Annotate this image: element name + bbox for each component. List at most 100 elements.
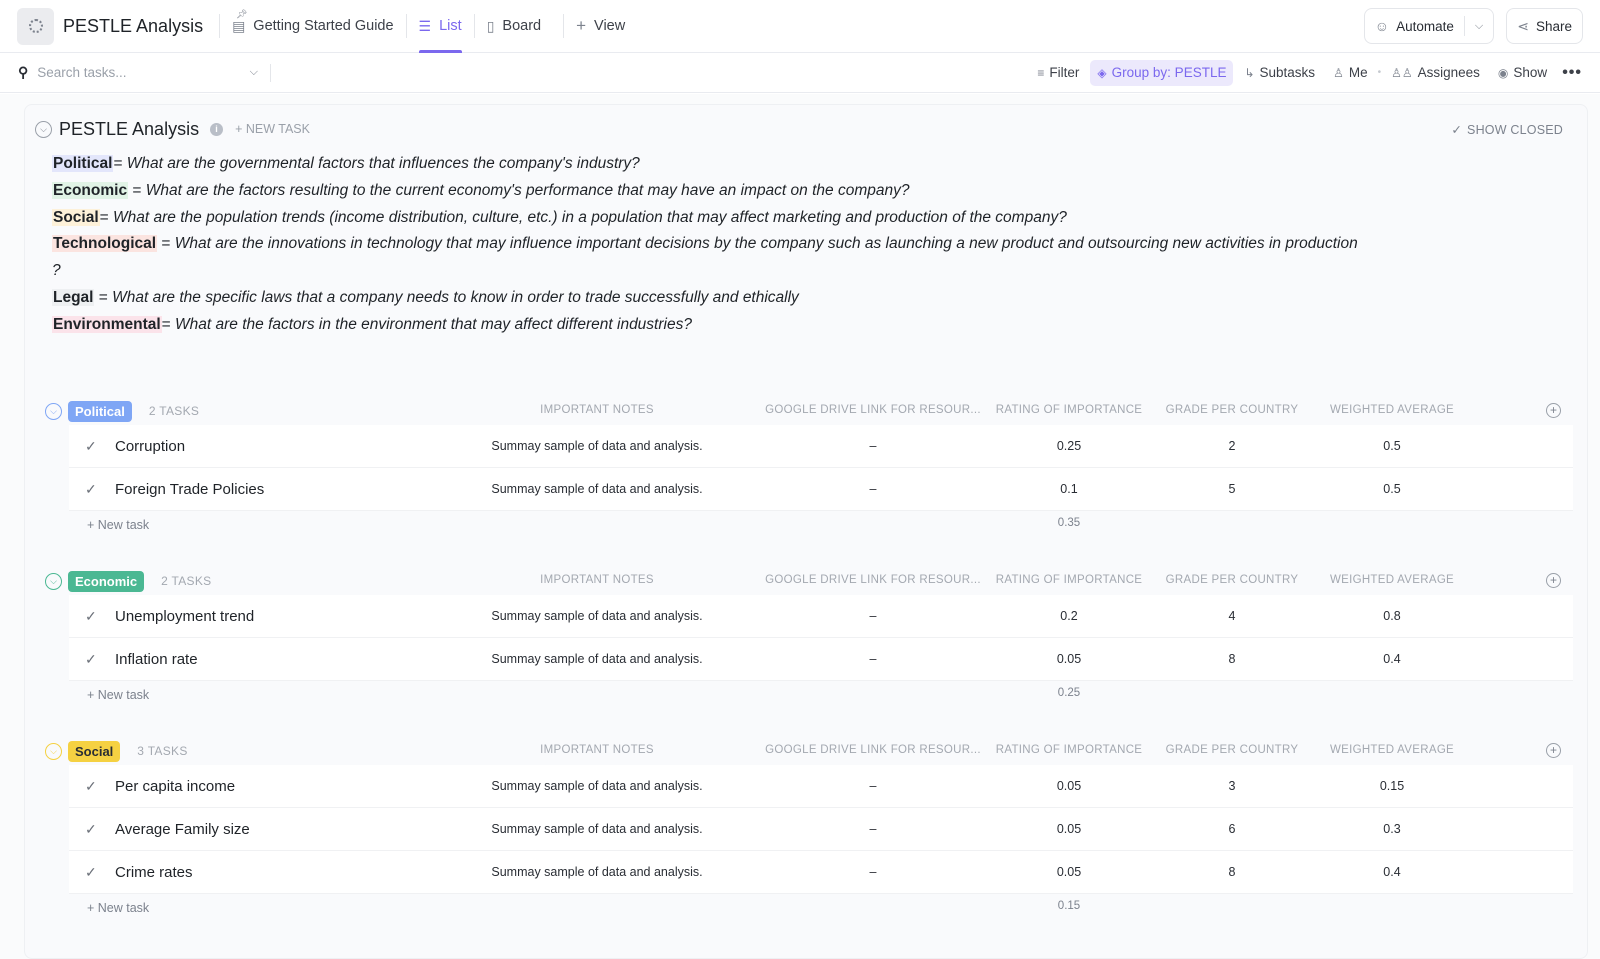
show-button[interactable]: ◉ Show [1491, 60, 1554, 86]
column-header[interactable]: WEIGHTED AVERAGE [1330, 744, 1454, 756]
rating-cell[interactable]: 0.05 [1057, 779, 1081, 793]
table-row[interactable]: ✓ Corruption Summay sample of data and ana… [69, 425, 1573, 467]
drive-link-cell[interactable]: – [870, 822, 877, 836]
weighted-average-cell[interactable]: 0.5 [1383, 439, 1400, 453]
column-header[interactable]: GOOGLE DRIVE LINK FOR RESOUR... [765, 574, 981, 586]
drive-link-cell[interactable]: – [870, 652, 877, 666]
new-task-button[interactable]: + New task [87, 518, 149, 532]
check-icon[interactable]: ✓ [85, 864, 97, 881]
check-icon[interactable]: ✓ [85, 651, 97, 668]
grade-cell[interactable]: 2 [1229, 439, 1236, 453]
tab-board[interactable]: ▯ Board [475, 0, 553, 53]
add-column-icon[interactable]: + [1546, 743, 1561, 758]
important-notes-cell[interactable]: Summay sample of data and analysis. [491, 609, 702, 623]
important-notes-cell[interactable]: Summay sample of data and analysis. [491, 822, 702, 836]
group-badge[interactable]: Economic [68, 570, 145, 592]
drive-link-cell[interactable]: – [870, 865, 877, 879]
tab-list[interactable]: ☰ List [407, 0, 474, 53]
table-row[interactable]: ✓ Crime rates Summay sample of data and an… [69, 851, 1573, 893]
weighted-average-cell[interactable]: 0.4 [1383, 652, 1400, 666]
show-closed-button[interactable]: ✓ SHOW CLOSED [1451, 122, 1563, 137]
table-row[interactable]: ✓ Inflation rate Summay sample of data and… [69, 638, 1573, 680]
grade-cell[interactable]: 3 [1229, 779, 1236, 793]
important-notes-cell[interactable]: Summay sample of data and analysis. [491, 482, 702, 496]
check-icon[interactable]: ✓ [85, 821, 97, 838]
grade-cell[interactable]: 8 [1229, 652, 1236, 666]
task-name[interactable]: Unemployment trend [115, 608, 254, 625]
drive-link-cell[interactable]: – [870, 482, 877, 496]
column-header[interactable]: WEIGHTED AVERAGE [1330, 404, 1454, 416]
space-icon[interactable] [17, 7, 54, 45]
column-header[interactable]: GOOGLE DRIVE LINK FOR RESOUR... [765, 744, 981, 756]
group-by-button[interactable]: ◈ Group by: PESTLE [1090, 59, 1234, 86]
filter-button[interactable]: ≡ Filter [1030, 60, 1086, 86]
rating-cell[interactable]: 0.1 [1060, 482, 1077, 496]
new-task-button[interactable]: + New task [87, 901, 149, 915]
task-name[interactable]: Average Family size [115, 821, 250, 838]
column-header[interactable]: GRADE PER COUNTRY [1166, 574, 1299, 586]
column-header[interactable]: GRADE PER COUNTRY [1166, 404, 1299, 416]
me-button[interactable]: ♙ Me [1326, 60, 1375, 86]
column-header[interactable]: WEIGHTED AVERAGE [1330, 574, 1454, 586]
add-view-button[interactable]: + View [564, 0, 637, 53]
rating-cell[interactable]: 0.2 [1060, 609, 1077, 623]
more-options-icon[interactable]: ••• [1562, 64, 1582, 82]
important-notes-cell[interactable]: Summay sample of data and analysis. [491, 865, 702, 879]
column-header[interactable]: IMPORTANT NOTES [540, 744, 654, 756]
rating-cell[interactable]: 0.05 [1057, 865, 1081, 879]
rating-cell[interactable]: 0.05 [1057, 822, 1081, 836]
weighted-average-cell[interactable]: 0.4 [1383, 865, 1400, 879]
column-header[interactable]: IMPORTANT NOTES [540, 574, 654, 586]
collapse-list-icon[interactable]: ⌵ [35, 120, 52, 138]
new-task-button[interactable]: + New task [87, 688, 149, 702]
table-row[interactable]: ✓ Foreign Trade Policies Summay sample of … [69, 468, 1573, 510]
column-header[interactable]: IMPORTANT NOTES [540, 404, 654, 416]
assignees-button[interactable]: ♙♙ Assignees [1384, 60, 1487, 86]
info-icon[interactable]: i [210, 122, 224, 136]
drive-link-cell[interactable]: – [870, 779, 877, 793]
column-header[interactable]: RATING OF IMPORTANCE [996, 744, 1143, 756]
collapse-group-icon[interactable]: ⌵ [45, 742, 62, 760]
column-header[interactable]: GOOGLE DRIVE LINK FOR RESOUR... [765, 404, 981, 416]
add-column-icon[interactable]: + [1546, 573, 1561, 588]
table-row[interactable]: ✓ Per capita income Summay sample of data … [69, 765, 1573, 807]
group-badge[interactable]: Political [68, 400, 132, 422]
collapse-group-icon[interactable]: ⌵ [45, 572, 62, 590]
drive-link-cell[interactable]: – [870, 439, 877, 453]
column-header[interactable]: GRADE PER COUNTRY [1166, 744, 1299, 756]
new-task-button[interactable]: + NEW TASK [235, 122, 310, 136]
weighted-average-cell[interactable]: 0.3 [1383, 822, 1400, 836]
search-box[interactable]: ⚲ ⌵ [18, 64, 258, 81]
check-icon[interactable]: ✓ [85, 778, 97, 795]
automate-button[interactable]: ☺ Automate ⌵ [1363, 8, 1495, 44]
grade-cell[interactable]: 4 [1229, 609, 1236, 623]
task-name[interactable]: Inflation rate [115, 651, 198, 668]
grade-cell[interactable]: 5 [1229, 482, 1236, 496]
important-notes-cell[interactable]: Summay sample of data and analysis. [491, 779, 702, 793]
task-name[interactable]: Foreign Trade Policies [115, 481, 264, 498]
task-name[interactable]: Corruption [115, 438, 185, 455]
check-icon[interactable]: ✓ [85, 608, 97, 625]
rating-cell[interactable]: 0.25 [1057, 439, 1081, 453]
important-notes-cell[interactable]: Summay sample of data and analysis. [491, 439, 702, 453]
tab-getting-started-guide[interactable]: ▤ Getting Started Guide [220, 0, 405, 53]
task-name[interactable]: Per capita income [115, 778, 235, 795]
weighted-average-cell[interactable]: 0.5 [1383, 482, 1400, 496]
add-column-icon[interactable]: + [1546, 403, 1561, 418]
column-header[interactable]: RATING OF IMPORTANCE [996, 404, 1143, 416]
search-input[interactable] [37, 65, 244, 80]
grade-cell[interactable]: 8 [1229, 865, 1236, 879]
chevron-down-icon[interactable]: ⌵ [1475, 20, 1483, 33]
weighted-average-cell[interactable]: 0.8 [1383, 609, 1400, 623]
check-icon[interactable]: ✓ [85, 438, 97, 455]
table-row[interactable]: ✓ Unemployment trend Summay sample of data… [69, 595, 1573, 637]
table-row[interactable]: ✓ Average Family size Summay sample of dat… [69, 808, 1573, 850]
share-button[interactable]: ⋖ Share [1506, 8, 1583, 44]
subtasks-button[interactable]: ↳ Subtasks [1237, 60, 1322, 86]
check-icon[interactable]: ✓ [85, 481, 97, 498]
important-notes-cell[interactable]: Summay sample of data and analysis. [491, 652, 702, 666]
group-badge[interactable]: Social [68, 740, 121, 762]
rating-cell[interactable]: 0.05 [1057, 652, 1081, 666]
chevron-down-icon[interactable]: ⌵ [250, 66, 258, 79]
task-name[interactable]: Crime rates [115, 864, 193, 881]
